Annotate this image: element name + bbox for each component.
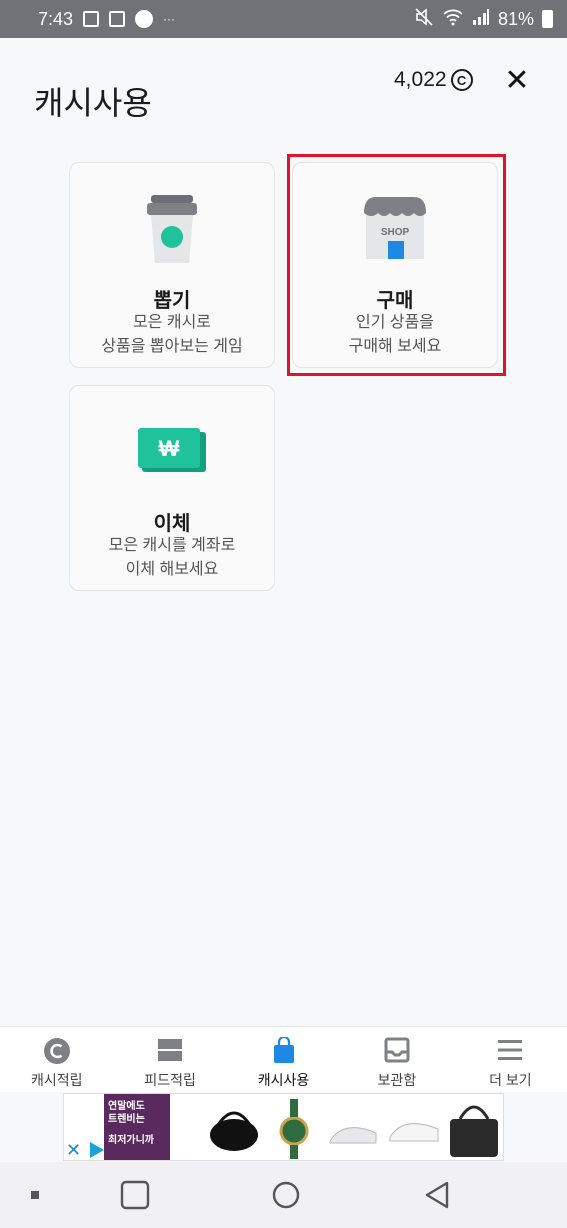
transfer-card-title: 이체	[153, 513, 191, 535]
settings-icon	[135, 10, 154, 28]
close-button[interactable]: ✕	[502, 66, 532, 96]
coin-c-icon	[43, 1038, 70, 1064]
coin-icon: C	[450, 69, 473, 91]
status-bar: 7:43 ··· 81%	[0, 0, 567, 38]
money-icon: ₩	[138, 428, 206, 472]
back-icon[interactable]	[423, 1180, 451, 1210]
draw-card[interactable]: 뽑기 모은 캐시로 상품을 뽑아보는 게임	[69, 162, 275, 368]
battery-icon	[542, 10, 553, 28]
status-time: 7:43	[38, 8, 74, 29]
inbox-icon	[384, 1037, 410, 1063]
transfer-card-desc-line1: 모은 캐시를 계좌로	[108, 537, 236, 554]
ad-text-line2: 트렌비는	[108, 1114, 145, 1125]
cash-balance: 4,022 C	[394, 68, 473, 92]
tab-label: 보관함	[377, 1072, 417, 1088]
more-notifications-icon: ···	[163, 12, 176, 26]
ad-products-image	[210, 1099, 498, 1159]
header: 캐시사용 4,022 C ✕	[0, 38, 567, 148]
ad-close-icon[interactable]: ✕	[66, 1140, 81, 1160]
draw-card-desc-line2: 상품을 뽑아보는 게임	[101, 338, 243, 355]
transfer-card[interactable]: ₩ 이체 모은 캐시를 계좌로 이체 해보세요	[69, 385, 275, 591]
tab-label: 캐시적립	[30, 1072, 83, 1088]
tab-more[interactable]: 더 보기	[454, 1027, 567, 1092]
gallery-icon	[83, 11, 100, 27]
app-notification-icon	[109, 11, 126, 27]
menu-dot-icon[interactable]	[30, 1190, 40, 1200]
tab-label: 더 보기	[489, 1072, 532, 1088]
cup-icon	[147, 195, 197, 263]
system-nav-bar	[0, 1162, 567, 1228]
ad-text-line3: 최저가니까	[108, 1135, 154, 1146]
feed-icon	[158, 1039, 183, 1061]
bottom-tab-bar: 캐시적립 피드적립 캐시사용 보관함 더 보기	[0, 1026, 567, 1092]
draw-card-desc-line1: 모은 캐시로	[132, 314, 212, 331]
mute-icon	[414, 7, 434, 31]
signal-icon	[472, 8, 490, 31]
draw-card-title: 뽑기	[153, 290, 191, 312]
home-icon[interactable]	[271, 1180, 301, 1210]
ad-info-icon[interactable]	[90, 1142, 104, 1158]
won-sign: ₩	[159, 436, 180, 461]
tab-storage[interactable]: 보관함	[340, 1027, 453, 1092]
tab-label: 피드적립	[144, 1072, 196, 1088]
recent-apps-icon[interactable]	[120, 1180, 150, 1210]
transfer-card-desc-line2: 이체 해보세요	[125, 561, 219, 578]
wifi-icon	[442, 8, 464, 31]
tab-cash-earn[interactable]: 캐시적립	[0, 1027, 113, 1092]
tab-feed-earn[interactable]: 피드적립	[113, 1027, 226, 1092]
tab-label: 캐시사용	[257, 1072, 310, 1088]
page-title: 캐시사용	[34, 85, 152, 121]
cash-balance-value: 4,022	[394, 68, 447, 91]
ad-banner[interactable]: ✕ 연말에도 트렌비는 최저가니까	[63, 1093, 504, 1161]
battery-percent: 81%	[497, 8, 534, 29]
shopping-bag-icon	[273, 1037, 294, 1063]
ad-text-line1: 연말에도	[108, 1101, 145, 1112]
menu-icon	[498, 1040, 523, 1060]
ad-text: 연말에도 트렌비는 최저가니까	[108, 1100, 154, 1147]
selection-highlight	[287, 154, 506, 376]
tab-cash-use[interactable]: 캐시사용	[227, 1027, 340, 1092]
